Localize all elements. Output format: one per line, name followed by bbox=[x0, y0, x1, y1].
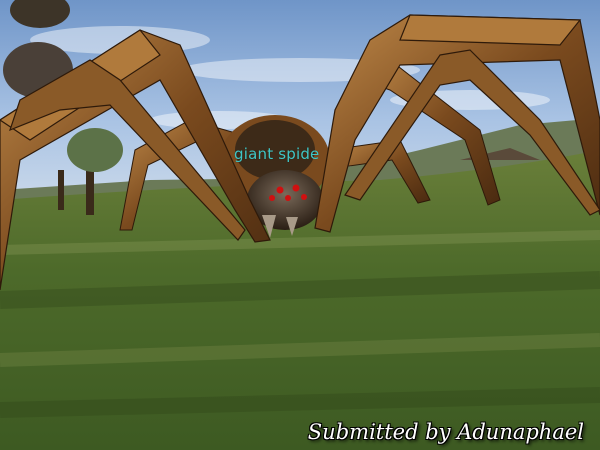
submission-credit: Submitted by Adunaphael bbox=[307, 420, 584, 444]
target-nameplate[interactable]: giant spide bbox=[234, 145, 320, 163]
game-viewport[interactable]: giant spide Submitted by Adunaphael bbox=[0, 0, 600, 450]
game-world-render bbox=[0, 0, 600, 450]
